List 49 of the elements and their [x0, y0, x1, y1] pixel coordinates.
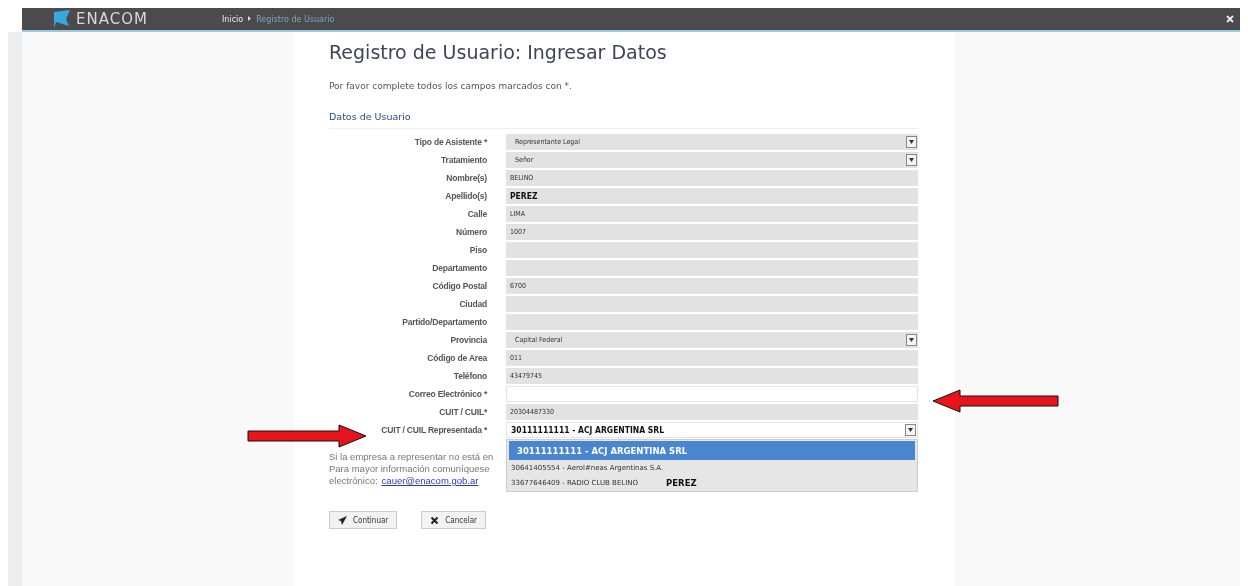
- dropdown-caret-icon[interactable]: [905, 424, 916, 436]
- field-label: CUIT / CUIL Representada *: [380, 425, 487, 435]
- field-label: Tratamiento: [440, 155, 487, 165]
- email-link[interactable]: cauer@enacom.gob.ar: [381, 475, 479, 487]
- paper-plane-icon: [338, 515, 347, 525]
- breadcrumb-link[interactable]: Inicio: [222, 14, 244, 24]
- select-field[interactable]: 30111111111 - ACJ ARGENTINA SRL: [506, 422, 918, 438]
- input-field[interactable]: PEREZ: [506, 188, 918, 204]
- dropdown-caret-icon[interactable]: [906, 136, 917, 148]
- input-field[interactable]: [506, 386, 918, 402]
- input-field[interactable]: [506, 260, 918, 276]
- field-label: Ciudad: [458, 299, 487, 309]
- dropdown-caret-icon[interactable]: [906, 334, 917, 346]
- field-label: Número: [455, 227, 487, 237]
- field-label: Departamento: [431, 263, 487, 273]
- dropdown-caret-icon[interactable]: [906, 154, 917, 166]
- field-label: CUIT / CUIL*: [438, 407, 487, 417]
- flag-logo-icon: [52, 10, 72, 28]
- field-label: Piso: [468, 245, 487, 255]
- page-title: Registro de Usuario: Ingresar Datos: [329, 40, 668, 64]
- instructions-text: Por favor complete todos los campos marcados con *.: [329, 81, 573, 91]
- input-field[interactable]: [506, 242, 918, 258]
- arrow-icon: [247, 424, 367, 448]
- logo-text: ENACOM: [76, 10, 148, 28]
- dropdown-option[interactable]: 30111111111 - ACJ ARGENTINA SRL: [509, 441, 915, 460]
- field-label: Calle: [466, 209, 487, 219]
- field-label: Código de Area: [426, 353, 487, 363]
- field-label: Apellido(s): [444, 191, 487, 201]
- breadcrumb-link[interactable]: Registro de Usuario: [256, 14, 335, 24]
- breadcrumb-separator-icon: [248, 15, 252, 23]
- notice-text: electrónico:: [329, 475, 378, 487]
- field-label: Provincia: [449, 335, 487, 345]
- input-field[interactable]: [506, 314, 918, 330]
- notice-text: Si la empresa a representar no está en: [329, 451, 494, 463]
- field-label: Código Postal: [431, 281, 487, 291]
- notice-text: Para mayor información comuníquese: [329, 463, 490, 475]
- close-icon[interactable]: [1226, 15, 1234, 23]
- overlay-text: PEREZ: [666, 477, 697, 488]
- field-label: Correo Electrónico *: [407, 389, 487, 399]
- cancel-button[interactable]: Cancelar: [421, 511, 487, 529]
- field-label: Nombre(s): [445, 173, 487, 183]
- field-label: Teléfono: [452, 371, 487, 381]
- section-heading: Datos de Usuario: [329, 111, 919, 129]
- arrow-icon: [932, 389, 1060, 413]
- input-field[interactable]: [506, 296, 918, 312]
- field-label: Partido/Departamento: [401, 317, 487, 327]
- close-icon: [430, 515, 440, 525]
- continue-button[interactable]: Continuar: [329, 511, 398, 529]
- field-label: Tipo de Asistente *: [413, 137, 487, 147]
